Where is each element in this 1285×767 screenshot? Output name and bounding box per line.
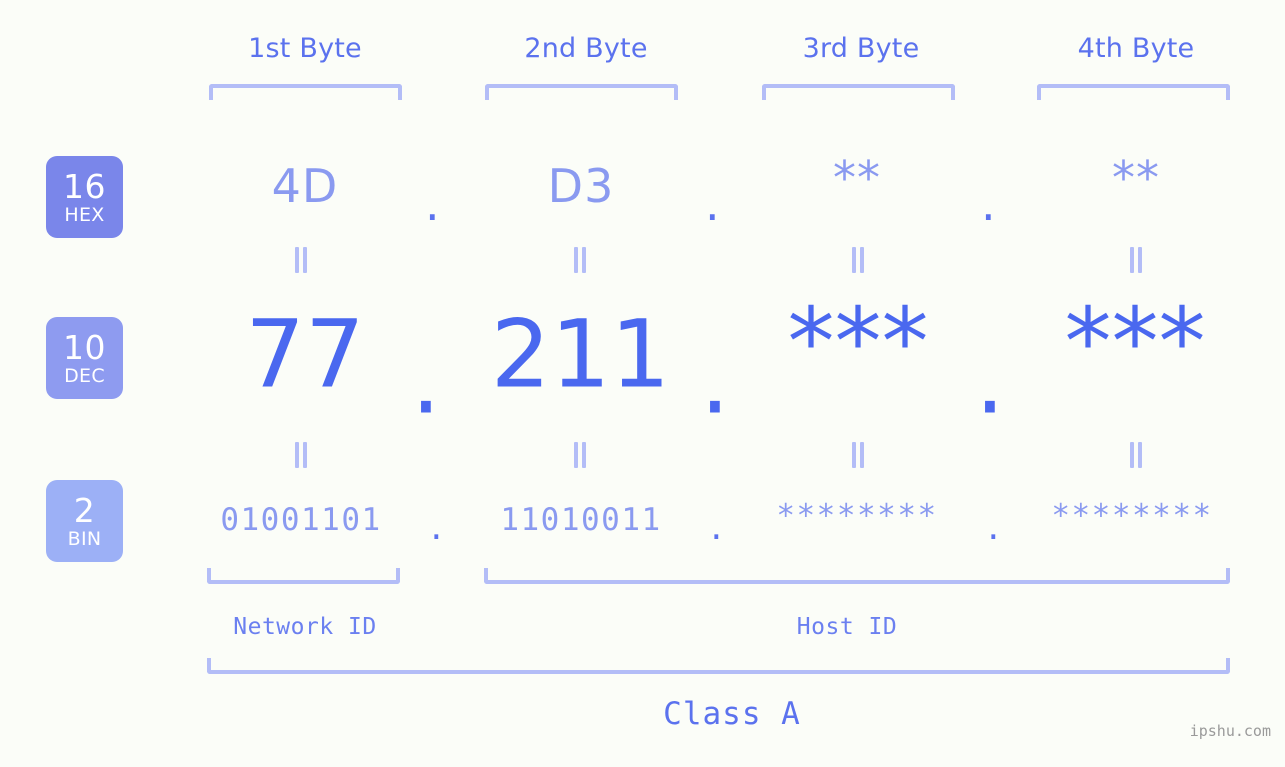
base-badge-hex-abbr: HEX [64, 203, 105, 226]
equivalence-mark-hex-dec-4 [1128, 247, 1144, 273]
hex-separator-3: . [981, 177, 996, 231]
bin-separator-3: . [984, 511, 1003, 547]
byte-bracket-top-1 [209, 84, 402, 100]
hex-separator-1: . [425, 177, 440, 231]
equivalence-mark-dec-bin-2 [572, 442, 588, 468]
dec-separator-2: . [700, 326, 730, 436]
hex-separator-2: . [705, 177, 720, 231]
base-badge-dec-abbr: DEC [64, 364, 105, 387]
host-id-label: Host ID [796, 614, 898, 640]
dec-byte-2: 211 [490, 300, 671, 410]
hex-byte-4: ** [1112, 151, 1160, 205]
network-id-bracket [207, 568, 400, 584]
host-id-bracket [484, 568, 1230, 584]
bin-separator-1: . [427, 511, 446, 547]
ip-address-breakdown-diagram: 1st Byte 2nd Byte 3rd Byte 4th Byte 16 H… [0, 0, 1285, 767]
base-badge-bin: 2 BIN [46, 480, 123, 562]
bin-byte-2: 11010011 [500, 502, 662, 538]
base-badge-dec: 10 DEC [46, 317, 123, 399]
byte-bracket-top-4 [1037, 84, 1230, 100]
byte-header-1: 1st Byte [248, 33, 362, 64]
hex-byte-1: 4D [271, 159, 339, 213]
base-badge-hex: 16 HEX [46, 156, 123, 238]
class-bracket [207, 658, 1230, 674]
byte-header-2: 2nd Byte [524, 33, 648, 64]
dec-separator-1: . [411, 326, 441, 436]
network-id-label: Network ID [233, 614, 377, 640]
equivalence-mark-hex-dec-2 [572, 247, 588, 273]
byte-bracket-top-2 [485, 84, 678, 100]
byte-header-3: 3rd Byte [802, 33, 920, 64]
site-watermark: ipshu.com [1189, 722, 1271, 740]
equivalence-mark-dec-bin-1 [293, 442, 309, 468]
equivalence-mark-hex-dec-1 [293, 247, 309, 273]
dec-byte-4: *** [1064, 288, 1206, 398]
base-badge-bin-number: 2 [73, 490, 96, 530]
equivalence-mark-dec-bin-3 [850, 442, 866, 468]
hex-byte-2: D3 [547, 159, 615, 213]
hex-byte-3: ** [833, 151, 881, 205]
base-badge-bin-abbr: BIN [67, 527, 102, 550]
bin-byte-1: 01001101 [220, 502, 382, 538]
class-label: Class A [663, 696, 801, 732]
bin-byte-3: ******** [776, 498, 938, 534]
equivalence-mark-hex-dec-3 [850, 247, 866, 273]
equivalence-mark-dec-bin-4 [1128, 442, 1144, 468]
byte-header-4: 4th Byte [1077, 33, 1195, 64]
dec-separator-3: . [975, 326, 1005, 436]
dec-byte-3: *** [787, 288, 929, 398]
bin-separator-2: . [707, 511, 726, 547]
base-badge-hex-number: 16 [63, 166, 106, 206]
dec-byte-1: 77 [245, 300, 365, 410]
byte-bracket-top-3 [762, 84, 955, 100]
base-badge-dec-number: 10 [63, 327, 106, 367]
bin-byte-4: ******** [1051, 498, 1213, 534]
